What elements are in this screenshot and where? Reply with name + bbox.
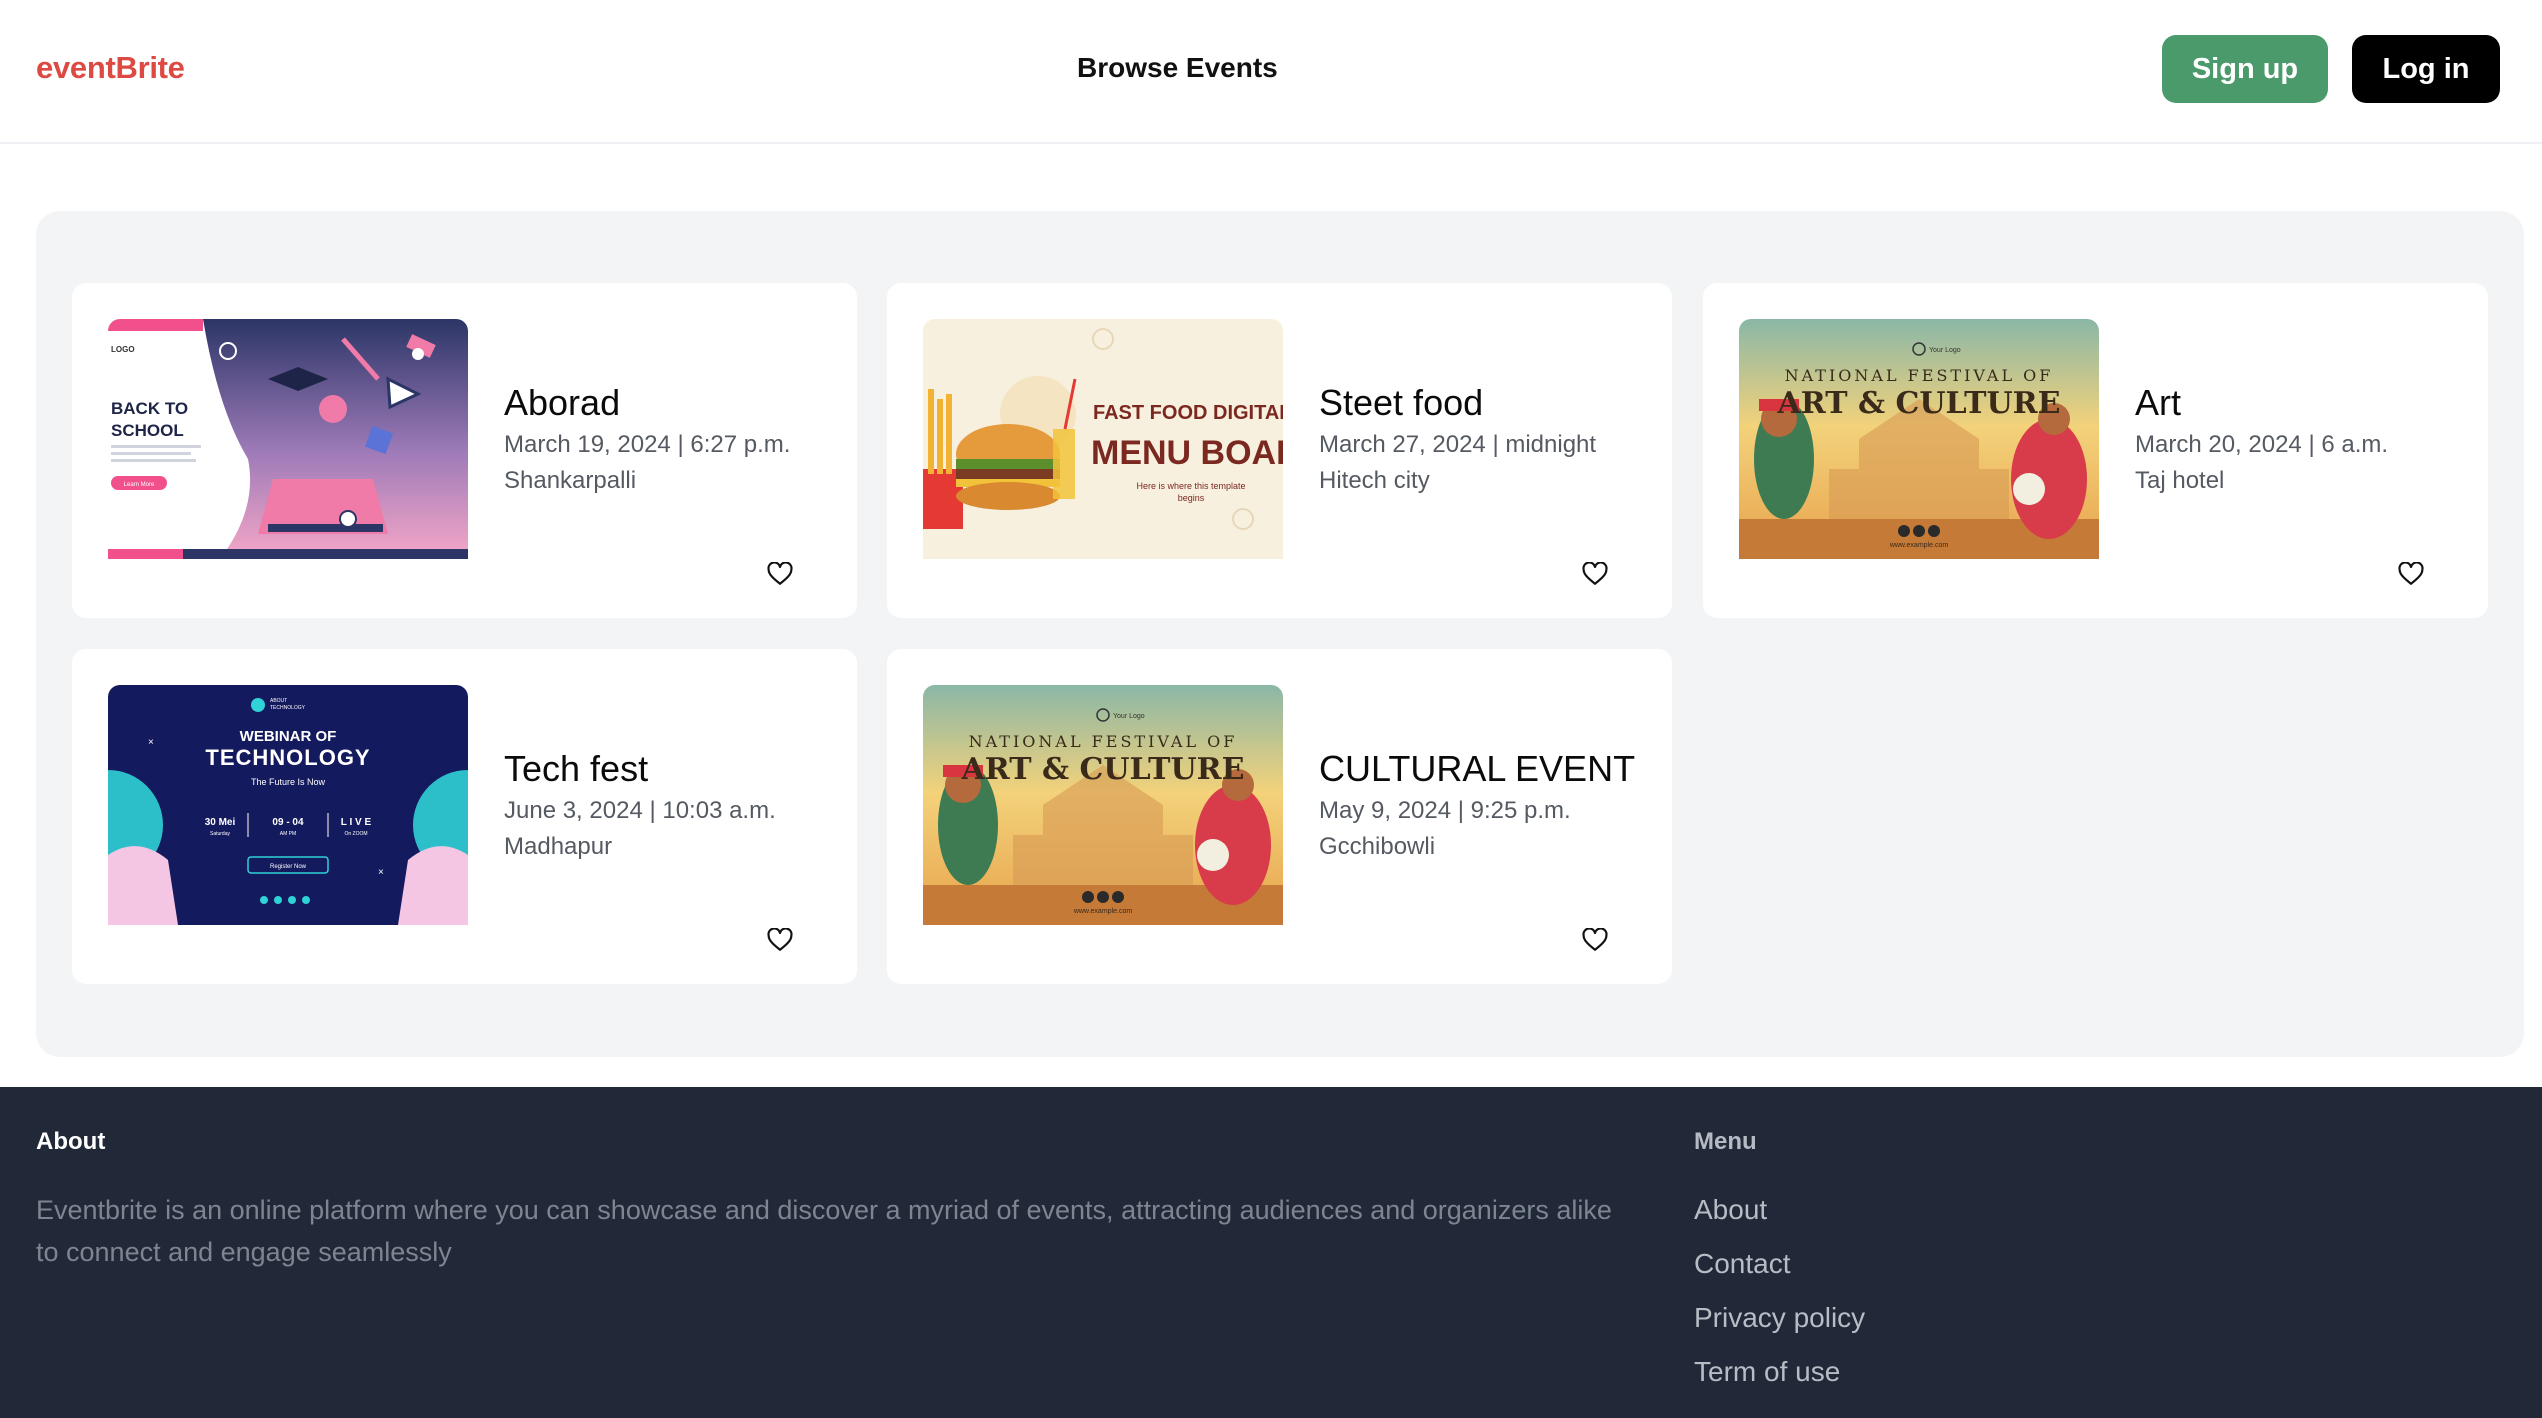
event-title[interactable]: CULTURAL EVENT <box>1319 745 1639 793</box>
svg-text:The Future Is Now: The Future Is Now <box>251 777 326 787</box>
svg-text:MENU BOARD: MENU BOARD <box>1091 434 1283 472</box>
heart-icon <box>767 562 793 585</box>
art-culture-festival-illustration: Your Logo NATIONAL FESTIVAL OF ART & CUL… <box>1739 319 2099 559</box>
favorite-button[interactable] <box>764 558 796 590</box>
heart-icon <box>1582 562 1608 585</box>
svg-text:ART & CULTURE: ART & CULTURE <box>961 752 1245 787</box>
favorite-button[interactable] <box>1579 558 1611 590</box>
event-info: CULTURAL EVENT May 9, 2024 | 9:25 p.m. G… <box>1319 685 1639 925</box>
login-button[interactable]: Log in <box>2352 35 2500 103</box>
event-card[interactable]: Your Logo NATIONAL FESTIVAL OF ART & CUL… <box>1703 283 2488 618</box>
event-image[interactable]: Your Logo NATIONAL FESTIVAL OF ART & CUL… <box>1739 319 2099 559</box>
favorite-button[interactable] <box>1579 924 1611 956</box>
footer-about-heading: About <box>36 1128 106 1155</box>
svg-text:LOGO: LOGO <box>111 345 135 354</box>
event-info: Art March 20, 2024 | 6 a.m. Taj hotel <box>2135 319 2455 559</box>
svg-text:×: × <box>378 867 384 878</box>
event-info: Tech fest June 3, 2024 | 10:03 a.m. Madh… <box>504 685 824 925</box>
footer-menu-heading: Menu <box>1694 1128 1757 1155</box>
event-venue: Madhapur <box>504 833 613 860</box>
svg-text:BACK TO: BACK TO <box>111 399 188 418</box>
favorite-button[interactable] <box>2395 558 2427 590</box>
event-title[interactable]: Aborad <box>504 379 824 427</box>
event-date: May 9, 2024 | 9:25 p.m. <box>1319 797 1571 824</box>
event-venue: Gcchibowli <box>1319 833 1436 860</box>
event-image[interactable]: LOGO BACK TO SCHOOL Learn More <box>108 319 468 559</box>
svg-text:NATIONAL FESTIVAL OF: NATIONAL FESTIVAL OF <box>1785 366 2054 385</box>
svg-text:Saturday: Saturday <box>210 831 231 837</box>
footer-link-contact[interactable]: Contact <box>1694 1246 1865 1300</box>
event-card[interactable]: Your Logo NATIONAL FESTIVAL OF ART & CUL… <box>887 649 1672 984</box>
event-info: Aborad March 19, 2024 | 6:27 p.m. Shanka… <box>504 319 824 559</box>
footer-link-privacy[interactable]: Privacy policy <box>1694 1300 1865 1354</box>
heart-icon <box>1582 928 1608 951</box>
top-navbar: eventBrite Browse Events Sign up Log in <box>0 0 2542 144</box>
browse-events-link[interactable]: Browse Events <box>1077 52 1278 84</box>
event-venue: Taj hotel <box>2135 467 2225 494</box>
event-image[interactable]: FAST FOOD DIGITAL MENU BOARD Here is whe… <box>923 319 1283 559</box>
favorite-button[interactable] <box>764 924 796 956</box>
svg-text:begins: begins <box>1178 493 1205 503</box>
footer-menu: About Contact Privacy policy Term of use <box>1694 1192 1865 1408</box>
svg-text:ABOUT: ABOUT <box>270 698 287 704</box>
event-venue: Hitech city <box>1319 467 1430 494</box>
svg-text:Learn More: Learn More <box>124 482 155 488</box>
svg-text:L I V E: L I V E <box>341 817 372 828</box>
svg-text:ART & CULTURE: ART & CULTURE <box>1777 386 2061 421</box>
event-title[interactable]: Tech fest <box>504 745 824 793</box>
event-card[interactable]: ABOUT TECHNOLOGY WEBINAR OF TECHNOLOGY T… <box>72 649 857 984</box>
svg-text:Here is where this template: Here is where this template <box>1136 481 1245 491</box>
svg-text:TECHNOLOGY: TECHNOLOGY <box>205 745 370 770</box>
svg-text:FAST FOOD DIGITAL: FAST FOOD DIGITAL <box>1093 402 1283 424</box>
technology-webinar-illustration: ABOUT TECHNOLOGY WEBINAR OF TECHNOLOGY T… <box>108 685 468 925</box>
heart-icon <box>2398 562 2424 585</box>
svg-text:SCHOOL: SCHOOL <box>111 421 184 440</box>
svg-text:TECHNOLOGY: TECHNOLOGY <box>270 705 306 711</box>
event-card[interactable]: LOGO BACK TO SCHOOL Learn More Aborad Ma… <box>72 283 857 618</box>
svg-text:Register Now: Register Now <box>270 864 307 870</box>
event-image[interactable]: ABOUT TECHNOLOGY WEBINAR OF TECHNOLOGY T… <box>108 685 468 925</box>
svg-text:WEBINAR OF: WEBINAR OF <box>240 728 337 745</box>
svg-text:30 Mei: 30 Mei <box>205 817 236 828</box>
event-info: Steet food March 27, 2024 | midnight Hit… <box>1319 319 1639 559</box>
signup-button[interactable]: Sign up <box>2162 35 2328 103</box>
site-footer: About Eventbrite is an online platform w… <box>0 1087 2542 1418</box>
event-image[interactable]: Your Logo NATIONAL FESTIVAL OF ART & CUL… <box>923 685 1283 925</box>
svg-text:09 - 04: 09 - 04 <box>272 817 304 828</box>
svg-text:×: × <box>148 737 154 748</box>
event-date: March 27, 2024 | midnight <box>1319 431 1597 458</box>
fast-food-menu-illustration: FAST FOOD DIGITAL MENU BOARD Here is whe… <box>923 319 1283 559</box>
event-date: June 3, 2024 | 10:03 a.m. <box>504 797 776 824</box>
svg-text:Your Logo: Your Logo <box>1113 713 1145 720</box>
event-date: March 19, 2024 | 6:27 p.m. <box>504 431 791 458</box>
heart-icon <box>767 928 793 951</box>
event-card[interactable]: FAST FOOD DIGITAL MENU BOARD Here is whe… <box>887 283 1672 618</box>
event-title[interactable]: Art <box>2135 379 2455 427</box>
svg-text:www.example.com: www.example.com <box>1889 542 1949 549</box>
footer-about-text: Eventbrite is an online platform where y… <box>36 1195 1612 1267</box>
brand-logo[interactable]: eventBrite <box>36 50 185 86</box>
event-venue: Shankarpalli <box>504 467 637 494</box>
back-to-school-illustration: LOGO BACK TO SCHOOL Learn More <box>108 319 468 559</box>
footer-link-about[interactable]: About <box>1694 1192 1865 1246</box>
event-date: March 20, 2024 | 6 a.m. <box>2135 431 2389 458</box>
event-title[interactable]: Steet food <box>1319 379 1639 427</box>
svg-text:Your Logo: Your Logo <box>1929 347 1961 354</box>
art-culture-festival-illustration: Your Logo NATIONAL FESTIVAL OF ART & CUL… <box>923 685 1283 925</box>
footer-link-terms[interactable]: Term of use <box>1694 1354 1865 1408</box>
svg-text:AM PM: AM PM <box>280 831 296 837</box>
svg-text:NATIONAL FESTIVAL OF: NATIONAL FESTIVAL OF <box>969 732 1238 751</box>
svg-text:On ZOOM: On ZOOM <box>344 831 367 837</box>
svg-text:www.example.com: www.example.com <box>1073 908 1133 915</box>
events-panel: LOGO BACK TO SCHOOL Learn More Aborad Ma… <box>36 211 2524 1057</box>
